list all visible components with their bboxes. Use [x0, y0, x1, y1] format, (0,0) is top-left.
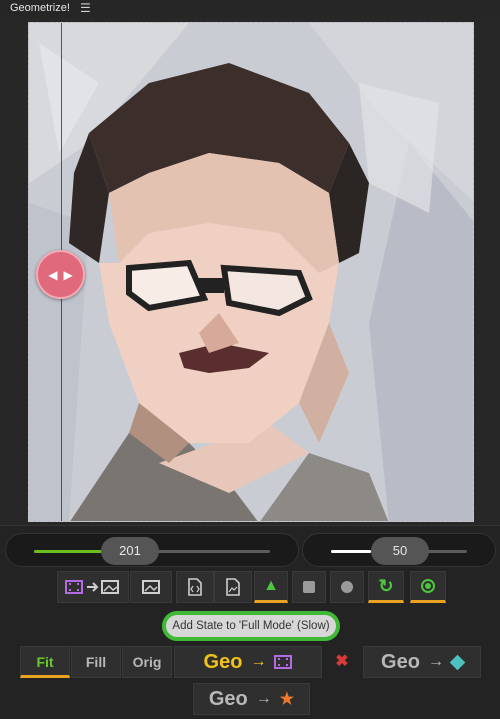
diamond-icon	[449, 654, 466, 670]
shapes-slider[interactable]: 201	[5, 533, 299, 567]
close-icon[interactable]: ✖	[324, 646, 360, 678]
square-shape-icon	[303, 581, 315, 593]
left-arrow-icon: ◀	[48, 267, 58, 282]
geometrized-image-canvas[interactable]	[28, 22, 474, 522]
export-gif-button[interactable]	[57, 571, 129, 603]
fill-mode-button[interactable]: Fill	[71, 646, 121, 678]
geo-label: Geo	[208, 687, 248, 710]
film-icon	[274, 655, 293, 669]
circle-shape-icon	[341, 581, 353, 593]
square-shape-button[interactable]	[292, 571, 326, 603]
shapes-slider-fill	[34, 550, 104, 553]
arrow-right-icon: →	[427, 653, 444, 670]
arrow-right-icon: →	[250, 653, 267, 670]
title-bar: Geometrize! ☰	[0, 0, 500, 18]
target-icon	[421, 579, 435, 593]
compare-slider-handle[interactable]: ◀ ▶	[36, 250, 85, 299]
geo-to-diamond-button[interactable]: Geo →	[363, 646, 481, 678]
hamburger-menu-icon[interactable]: ☰	[80, 1, 91, 15]
tooltip-text: Add State to 'Full Mode' (Slow)	[166, 615, 336, 637]
export-file-image-button[interactable]	[214, 571, 252, 603]
opacity-slider-fill	[331, 550, 371, 553]
reset-button[interactable]: ↻	[368, 571, 404, 603]
geo-to-star-button[interactable]: Geo → ★	[193, 683, 310, 715]
svg-file-icon	[188, 578, 202, 596]
opacity-slider[interactable]: 50	[302, 533, 496, 567]
target-button[interactable]	[410, 571, 446, 603]
refresh-icon: ↻	[378, 575, 394, 596]
opacity-slider-thumb[interactable]: 50	[371, 537, 429, 565]
image-viewer: ◀ ▶	[0, 18, 500, 525]
film-to-image-icon	[65, 580, 119, 594]
right-arrow-icon: ▶	[63, 267, 73, 282]
orig-mode-button[interactable]: Orig	[122, 646, 172, 678]
star-icon: ★	[279, 691, 295, 708]
geo-label: Geo	[203, 650, 243, 673]
tooltip: Add State to 'Full Mode' (Slow)	[162, 611, 340, 641]
export-svg-button[interactable]	[176, 571, 214, 603]
geo-to-film-button[interactable]: Geo →	[174, 646, 322, 678]
arrow-right-icon: →	[255, 690, 272, 707]
triangle-shape-button[interactable]: ▲	[254, 571, 288, 603]
circle-shape-button[interactable]	[330, 571, 364, 603]
triangle-shape-icon: ▲	[263, 577, 279, 594]
fit-mode-button[interactable]: Fit	[20, 646, 70, 678]
image-icon	[142, 580, 160, 594]
image-file-icon	[226, 578, 240, 596]
export-image-button[interactable]	[130, 571, 172, 603]
geometrized-portrait	[29, 23, 473, 521]
shapes-slider-thumb[interactable]: 201	[101, 537, 159, 565]
geo-label: Geo	[381, 650, 420, 673]
app-title: Geometrize!	[10, 2, 70, 14]
